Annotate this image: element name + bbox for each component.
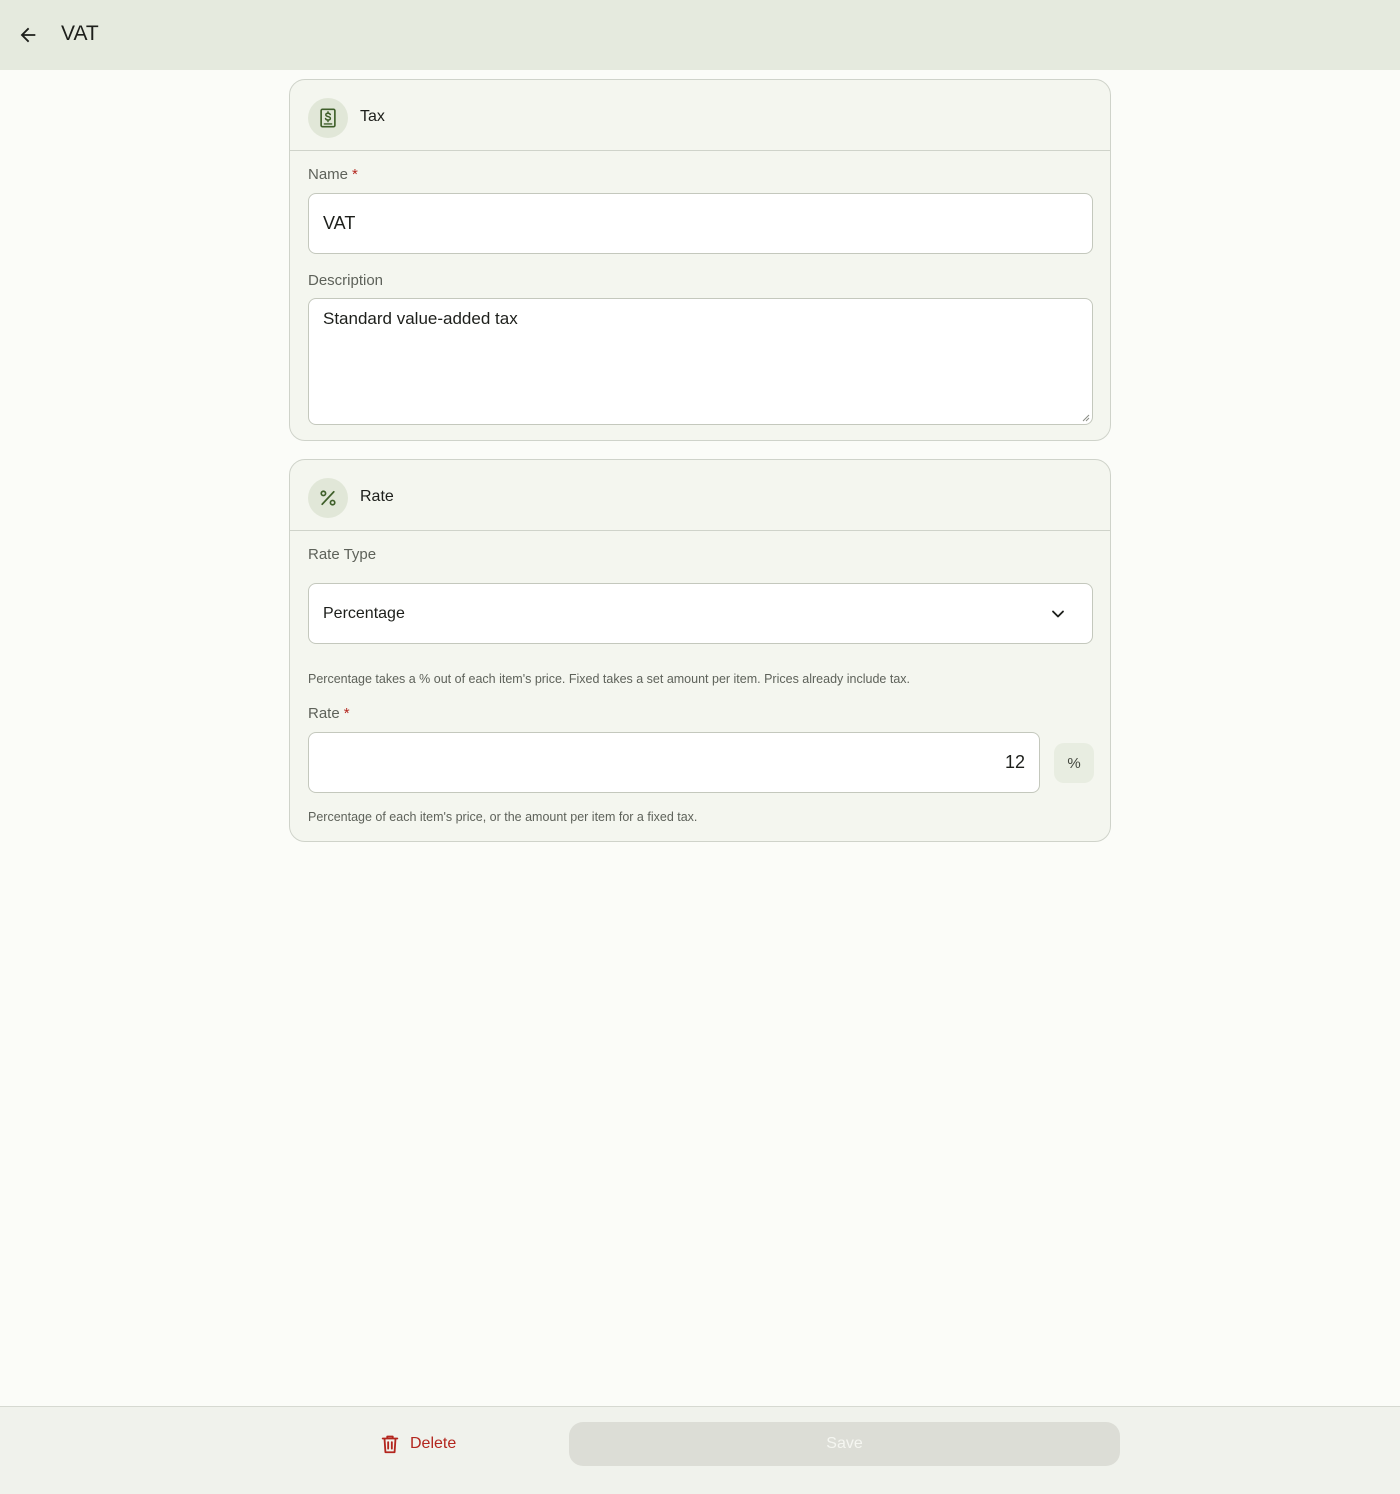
- rate-card: Rate Rate Type Percentage Percentage tak…: [289, 459, 1111, 842]
- tax-card-header: Tax: [290, 80, 1110, 151]
- rate-label-text: Rate: [308, 705, 340, 722]
- resize-grip-icon[interactable]: [1080, 412, 1090, 422]
- delete-button-label: Delete: [410, 1435, 457, 1452]
- tax-card: Tax Name * VAT Description Standard value…: [289, 79, 1111, 441]
- arrow-back-icon: [20, 27, 36, 43]
- name-field[interactable]: VAT: [308, 193, 1093, 254]
- page-title: VAT: [61, 22, 99, 45]
- trash-icon: [381, 1435, 399, 1454]
- tax-card-title: Tax: [360, 108, 385, 125]
- rate-type-value: Percentage: [323, 605, 405, 622]
- rate-input[interactable]: 12: [308, 732, 1040, 793]
- percent-icon: [308, 478, 348, 518]
- rate-input-value: 12: [1004, 752, 1025, 772]
- rate-type-select[interactable]: Percentage: [308, 583, 1093, 644]
- save-button[interactable]: Save: [569, 1422, 1120, 1466]
- name-label: Name *: [308, 166, 358, 183]
- save-button-label: Save: [826, 1435, 863, 1452]
- rate-type-helper-text: Percentage takes a % out of each item's …: [308, 672, 910, 686]
- receipt-dollar-icon: [308, 98, 348, 138]
- rate-card-title: Rate: [360, 488, 394, 505]
- top-app-bar: VAT: [0, 0, 1400, 70]
- description-label: Description: [308, 272, 384, 289]
- rate-card-header: Rate: [290, 460, 1110, 531]
- rate-label: Rate *: [308, 705, 350, 722]
- required-marker: *: [343, 705, 350, 722]
- delete-button[interactable]: Delete: [379, 1432, 456, 1456]
- name-field-value: VAT: [323, 213, 356, 233]
- required-marker: *: [352, 166, 358, 183]
- percent-svg: [320, 490, 336, 506]
- description-field[interactable]: Standard value-added tax: [308, 298, 1093, 425]
- rate-helper-text: Percentage of each item's price, or the …: [308, 810, 698, 824]
- description-field-value: Standard value-added tax: [323, 309, 518, 328]
- receipt-dollar-svg: [320, 108, 336, 128]
- rate-suffix: %: [1054, 743, 1094, 783]
- rate-type-label: Rate Type: [308, 546, 377, 563]
- back-button[interactable]: [14, 21, 42, 49]
- bottom-action-bar: Delete Save: [0, 1406, 1400, 1494]
- name-label-text: Name: [308, 166, 349, 183]
- chevron-down-icon: [1052, 610, 1064, 618]
